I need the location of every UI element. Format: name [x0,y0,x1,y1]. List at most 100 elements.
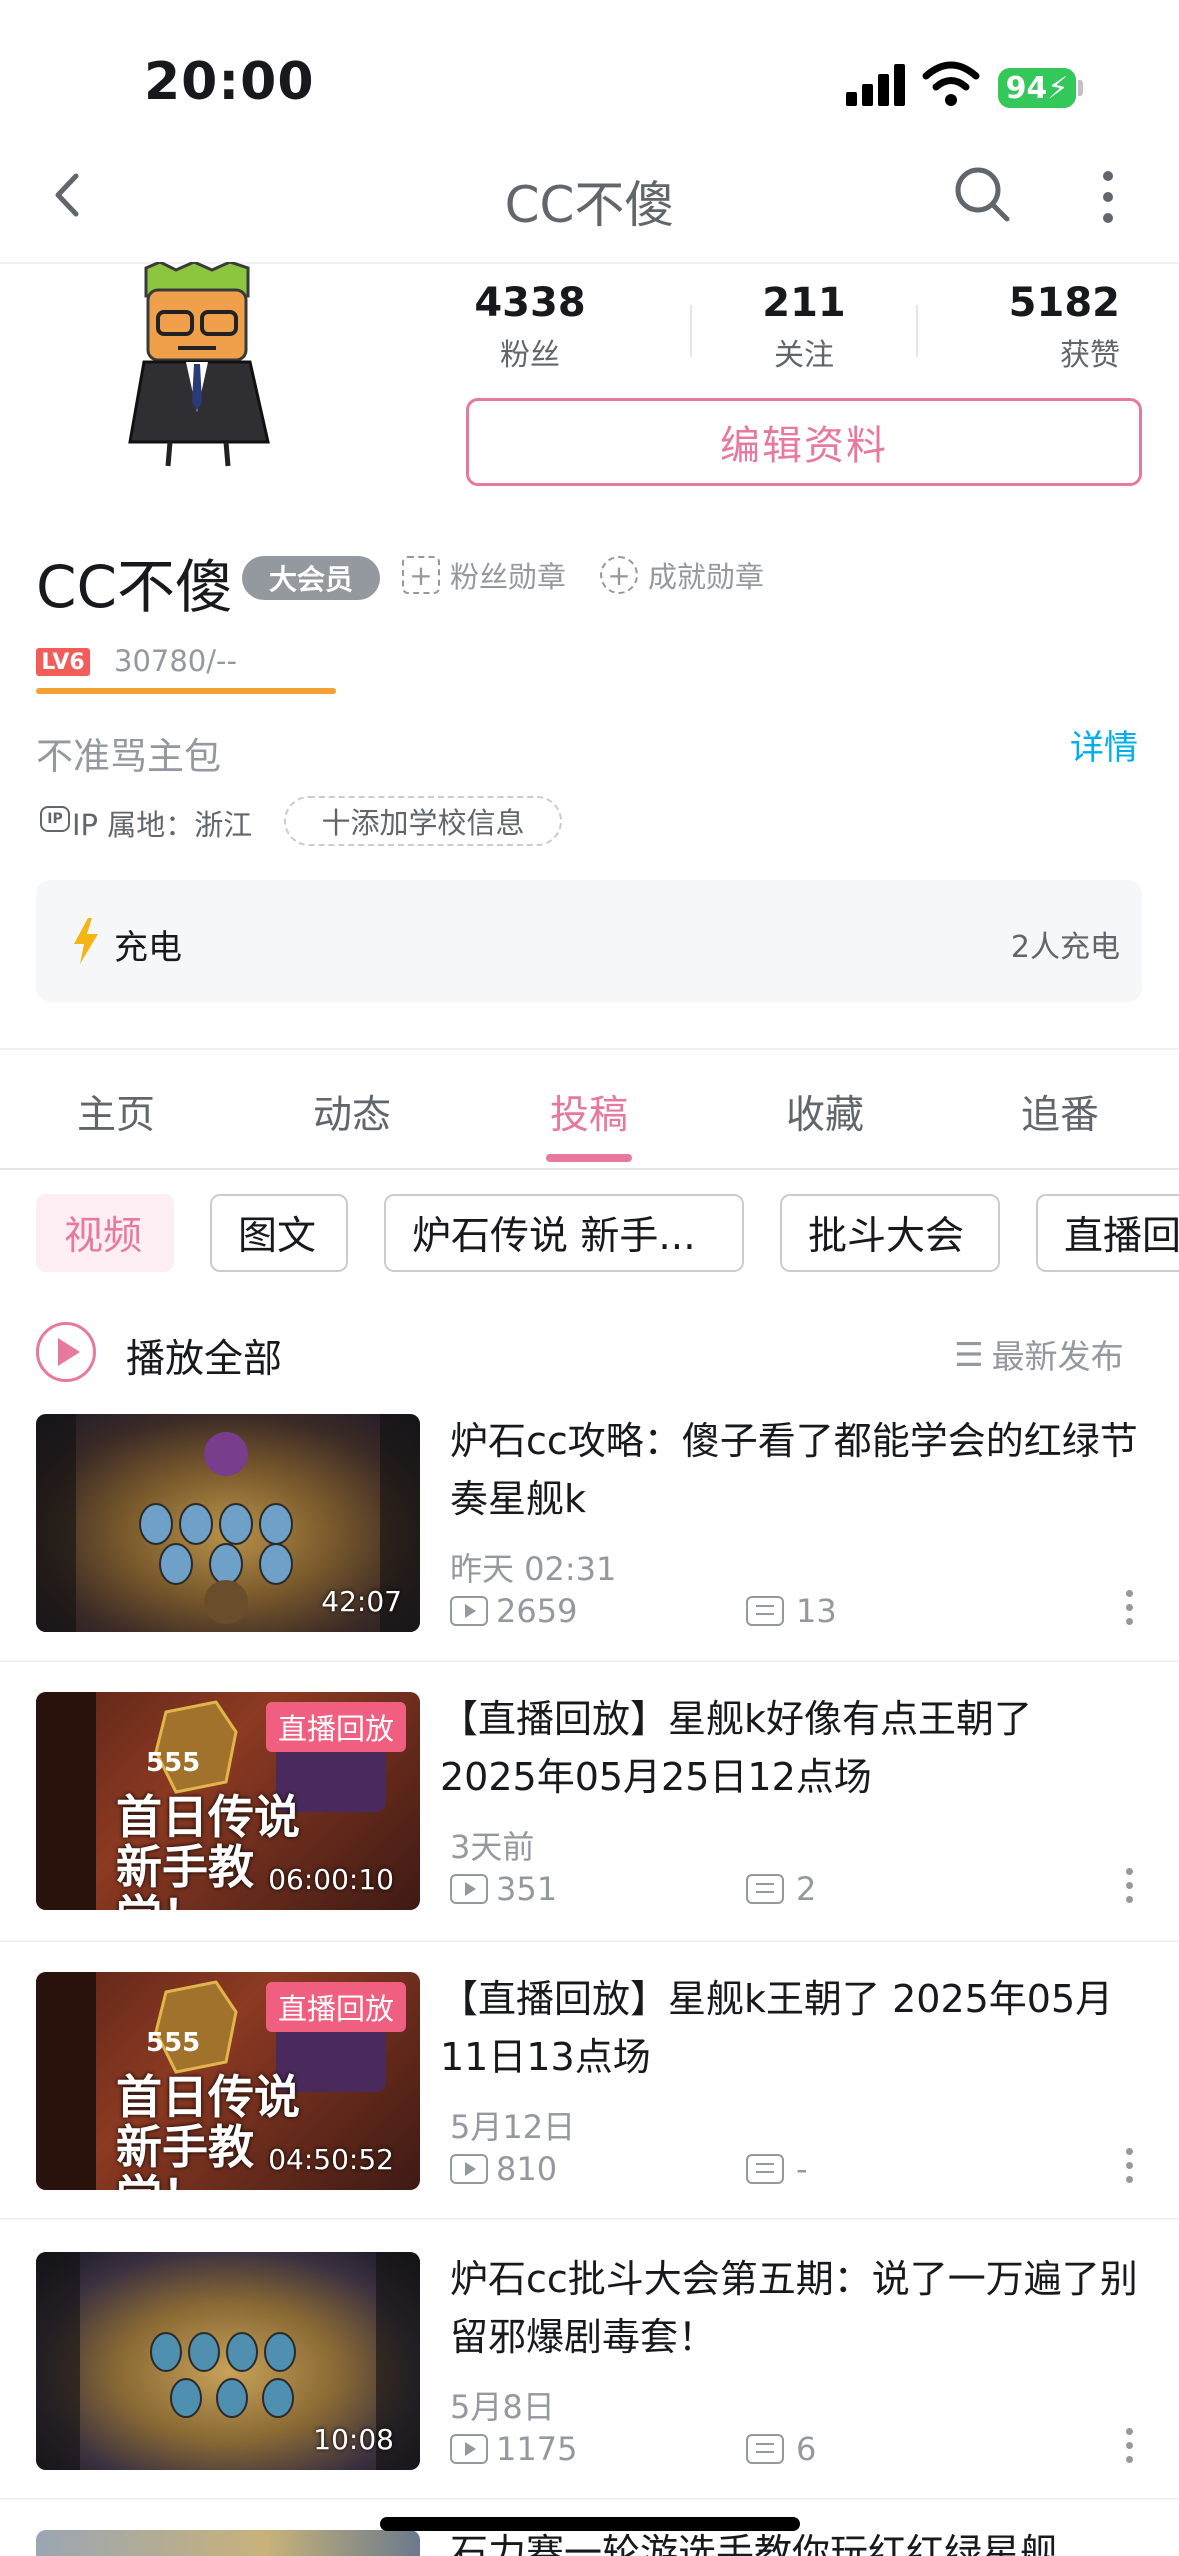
video-thumbnail[interactable]: 直播回放 555 首日传说新手教学！ 04:50:52 [36,1972,420,2190]
play-count-icon [450,1596,488,1626]
filter-chip-hearthstone[interactable]: 炉石传说 新手... [384,1194,744,1272]
comment-icon [746,1874,784,1904]
comment-icon [746,2154,784,2184]
stat-fans-count[interactable]: 4338 [440,280,620,326]
tab-bangumi[interactable]: 追番 [980,1084,1140,1140]
tab-home[interactable]: 主页 [36,1084,196,1140]
video-comments: - [746,2150,808,2188]
video-thumbnail[interactable]: 10:08 [36,2252,420,2470]
play-count-icon [450,2154,488,2184]
comment-icon [746,2434,784,2464]
stat-following-label[interactable]: 关注 [714,330,894,374]
list-icon: ☰ [954,1334,984,1374]
video-title[interactable]: 【直播回放】星舰k王朝了 2025年05月11日13点场 [440,1970,1140,2086]
video-duration: 10:08 [313,2423,394,2456]
plus-icon: + [402,556,440,594]
stat-fans-label[interactable]: 粉丝 [440,330,620,374]
exp-bar-fill [36,688,336,694]
video-thumbnail[interactable]: 42:07 [36,1414,420,1632]
vip-badge[interactable]: 大会员 [242,556,380,600]
play-all-button[interactable]: 播放全部 [126,1328,282,1384]
tabs-divider [0,1168,1179,1170]
charge-card[interactable] [36,880,1142,1002]
video-title[interactable]: 炉石cc攻略：傻子看了都能学会的红绿节奏星舰k [450,1412,1150,1528]
add-school-button[interactable]: 十添加学校信息 [284,796,562,846]
video-comments: 13 [746,1592,837,1630]
thumbnail-number: 555 [146,1748,201,1778]
stat-likes-count[interactable]: 5182 [990,280,1170,326]
filter-chip-critique[interactable]: 批斗大会 [780,1194,1000,1272]
live-replay-tag: 直播回放 [265,1982,406,2032]
video-date: 5月12日 [450,2108,576,2146]
video-comments: 2 [746,1870,816,1908]
video-thumbnail[interactable]: 直播回放 555 首日传说新手教学！ 06:00:10 [36,1692,420,1910]
video-title[interactable]: 炉石cc批斗大会第五期：说了一万遍了别留邪爆剧毒套！ [450,2250,1150,2366]
stat-separator [690,305,692,357]
charge-label: 充电 [114,928,182,968]
video-more-icon[interactable] [1126,1590,1134,1632]
video-title[interactable]: 【直播回放】星舰k好像有点王朝了 2025年05月25日12点场 [440,1690,1140,1806]
battery-level: 94 [1005,70,1048,106]
row-divider [0,1660,1179,1662]
username: CC不傻 [36,553,233,621]
ip-location: IP 属地：浙江 [72,808,253,842]
video-more-icon[interactable] [1126,2428,1134,2470]
battery-indicator: 94 ⚡ [998,68,1076,108]
video-more-icon[interactable] [1126,1868,1134,1910]
tab-indicator [546,1154,632,1162]
sort-label: 最新发布 [991,1337,1124,1376]
play-count-icon [450,1874,488,1904]
filter-chip-image-text[interactable]: 图文 [210,1194,348,1272]
edit-profile-button[interactable]: 编辑资料 [466,398,1142,486]
video-duration: 42:07 [321,1585,402,1618]
live-replay-tag: 直播回放 [265,1702,406,1752]
filter-chip-video[interactable]: 视频 [36,1194,174,1272]
status-time: 20:00 [144,52,315,112]
more-options-icon[interactable] [1100,170,1116,224]
stat-likes-label[interactable]: 获赞 [990,330,1170,374]
video-plays: 351 [450,1870,557,1908]
comment-count: 13 [796,1592,837,1630]
thumbnail-number: 555 [146,2028,201,2058]
tab-dynamics[interactable]: 动态 [272,1084,432,1140]
comment-count: - [796,2150,808,2188]
charging-bolt-icon: ⚡ [1047,70,1069,106]
video-plays: 2659 [450,1592,577,1630]
row-divider [0,1940,1179,1942]
play-count: 810 [496,2150,558,2188]
fan-medal-label: 粉丝勋章 [450,560,567,594]
search-icon[interactable] [952,164,1012,224]
video-duration: 04:50:52 [268,2143,394,2176]
sort-button[interactable]: ☰ 最新发布 [954,1330,1124,1378]
video-duration: 06:00:10 [268,1863,394,1896]
fan-medal-button[interactable]: + 粉丝勋章 [402,554,566,596]
achievement-medal-label: 成就勋章 [648,560,765,594]
comment-icon [746,1596,784,1626]
wifi-icon [922,60,980,108]
video-thumbnail[interactable] [36,2530,420,2556]
detail-link[interactable]: 详情 [1070,720,1138,769]
stat-following-count[interactable]: 211 [714,280,894,326]
home-indicator [380,2517,800,2531]
play-count: 351 [496,1870,558,1908]
filter-chip-live-replay[interactable]: 直播回 [1036,1194,1179,1272]
battery-cap [1078,80,1083,96]
comment-count: 2 [796,1870,817,1908]
video-plays: 810 [450,2150,557,2188]
play-count: 1175 [496,2430,578,2468]
video-date: 3天前 [450,1828,535,1866]
video-more-icon[interactable] [1126,2148,1134,2190]
play-count: 2659 [496,1592,578,1630]
charge-count: 2人充电 [1010,930,1120,965]
signature: 不准骂主包 [36,735,221,778]
row-divider [0,2498,1179,2500]
tab-favorites[interactable]: 收藏 [745,1084,905,1140]
achievement-medal-button[interactable]: + 成就勋章 [600,554,764,596]
tab-uploads[interactable]: 投稿 [509,1084,669,1140]
row-divider [0,2218,1179,2220]
exp-text: 30780/-- [114,644,237,678]
plus-icon: + [600,556,638,594]
avatar[interactable] [120,260,280,472]
video-plays: 1175 [450,2430,577,2468]
video-date: 昨天 02:31 [450,1550,617,1588]
